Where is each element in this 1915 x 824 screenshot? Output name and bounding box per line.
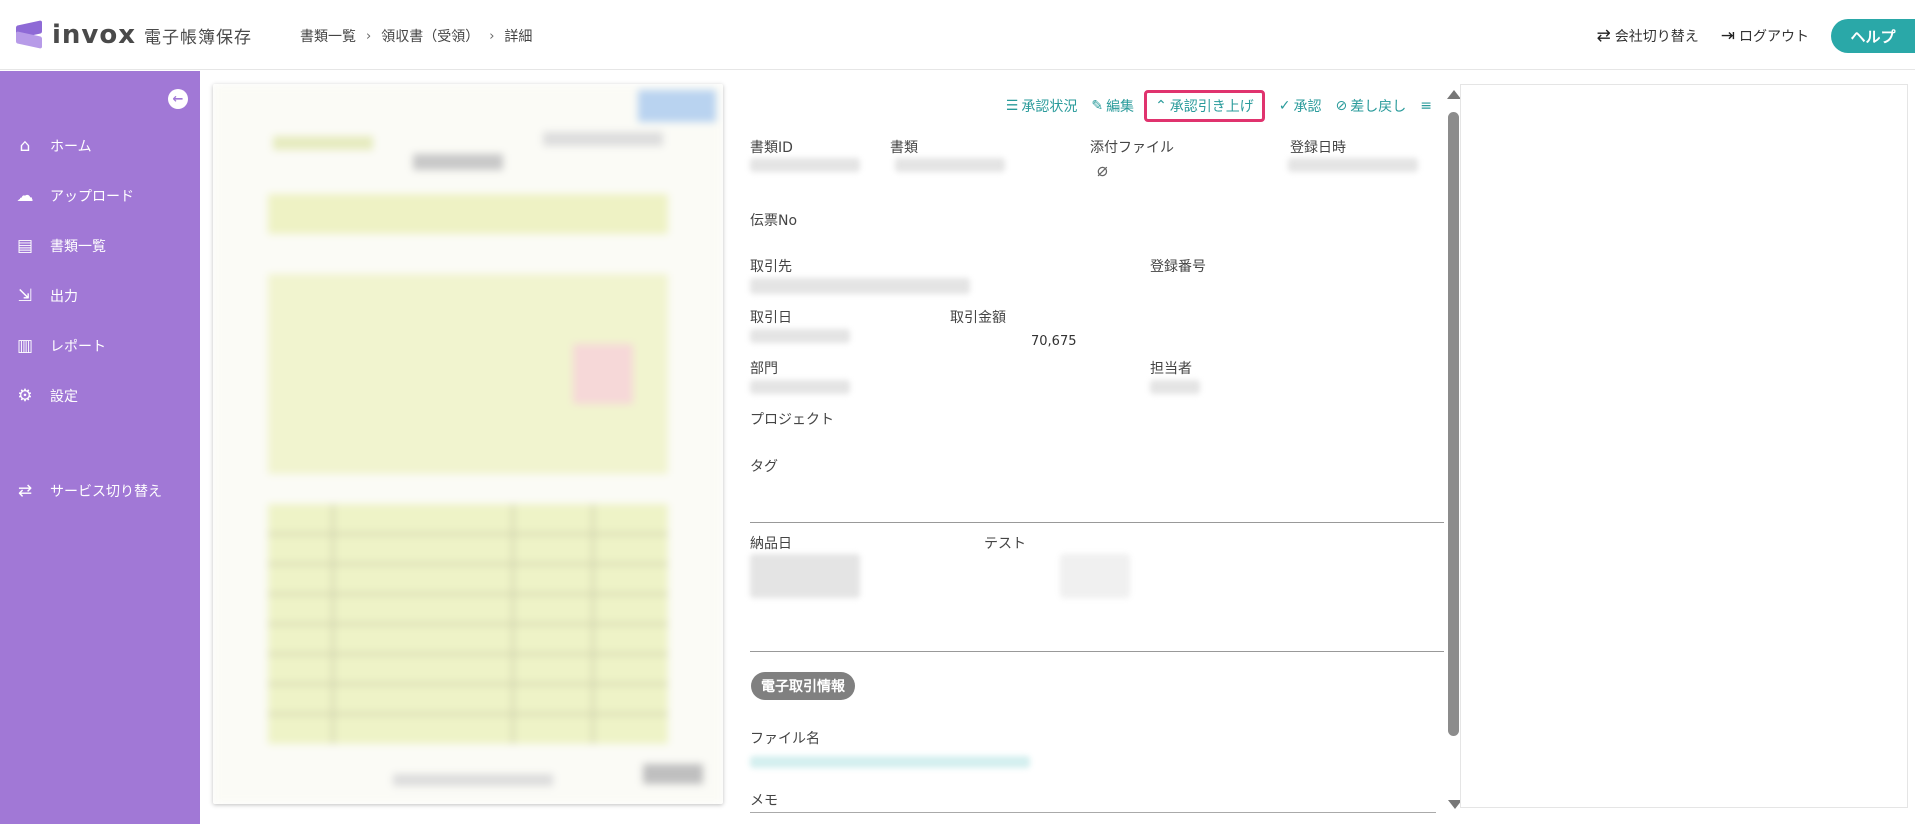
sidebar-item-settings[interactable]: ⚙ 設定 (14, 384, 78, 408)
document-preview[interactable] (213, 84, 723, 804)
sidebar-item-doc-list[interactable]: ▤ 書類一覧 (14, 234, 106, 258)
scrollbar[interactable] (1447, 90, 1462, 810)
breadcrumb: 書類一覧 › 領収書（受領） › 詳細 (300, 26, 532, 46)
breadcrumb-item-receipt[interactable]: 領収書（受領） (381, 26, 479, 46)
breadcrumb-item-doc-list[interactable]: 書類一覧 (300, 26, 356, 46)
department-label: 部門 (750, 361, 778, 377)
check-icon: ✓ (1278, 98, 1291, 114)
tag-label: タグ (750, 459, 778, 475)
e-trade-info-badge: 電子取引情報 (751, 672, 855, 700)
doc-id-value (750, 158, 860, 172)
raise-approval-label: 承認引き上げ (1169, 99, 1254, 115)
memo-label: メモ (750, 793, 778, 809)
trade-date-label: 取引日 (750, 310, 792, 326)
approval-status-label: 承認状況 (1021, 99, 1078, 115)
registration-number-label: 登録番号 (1150, 259, 1206, 275)
sidebar-item-label: 出力 (50, 289, 78, 305)
filename-value[interactable] (750, 756, 1030, 768)
gear-icon: ⚙ (17, 386, 33, 406)
sidebar: ← ⌂ ホーム ☁ アップロード ▤ 書類一覧 ⇲ 出力 ▥ レポート ⚙ 設定… (0, 71, 200, 824)
double-chevron-up-icon: ⌃ (1155, 98, 1167, 114)
amount-label: 取引金額 (950, 310, 1006, 326)
scroll-thumb[interactable] (1448, 112, 1459, 736)
sidebar-item-label: レポート (50, 339, 106, 355)
help-button[interactable]: ヘルプ (1831, 19, 1915, 53)
scroll-up-icon[interactable] (1447, 90, 1461, 99)
registered-at-value (1288, 158, 1418, 172)
logout-label: ログアウト (1739, 29, 1809, 45)
delivery-date-label: 納品日 (750, 536, 792, 552)
approve-button[interactable]: ✓ 承認 (1279, 96, 1322, 116)
sidebar-item-label: 設定 (50, 389, 78, 405)
sidebar-item-label: アップロード (50, 189, 134, 205)
divider (750, 651, 1444, 652)
document-icon: ▤ (16, 236, 34, 256)
right-pane (1460, 84, 1908, 808)
edit-label: 編集 (1106, 99, 1135, 115)
company-switch-button[interactable]: ⇄ 会社切り替え (1597, 26, 1699, 46)
partner-value (750, 278, 970, 294)
detail-panel: ☰ 承認状況 ✎ 編集 ⌃ 承認引き上げ ✓ 承認 ⊘ 差し戻し ≡ 書類ID … (740, 84, 1445, 824)
partner-label: 取引先 (750, 259, 792, 275)
export-icon: ⇲ (17, 286, 33, 306)
project-label: プロジェクト (750, 412, 834, 428)
doc-label: 書類 (890, 140, 918, 156)
approve-label: 承認 (1293, 99, 1322, 115)
sidebar-item-service-switch[interactable]: ⇄ サービス切り替え (14, 479, 162, 503)
filename-label: ファイル名 (750, 731, 820, 747)
company-switch-label: 会社切り替え (1614, 29, 1699, 45)
amount-value: 70,675 (1031, 334, 1077, 349)
test-value (1060, 554, 1130, 598)
sidebar-item-label: サービス切り替え (50, 484, 162, 500)
department-value (750, 380, 850, 394)
logout-button[interactable]: ⇥ ログアウト (1721, 26, 1809, 46)
chevron-right-icon: › (489, 28, 495, 44)
ban-icon: ⊘ (1335, 98, 1348, 114)
chart-icon: ▥ (16, 336, 34, 356)
raise-approval-button[interactable]: ⌃ 承認引き上げ (1144, 90, 1265, 122)
switch-icon: ⇄ (1596, 26, 1611, 46)
app-header: invox 電子帳簿保存 書類一覧 › 領収書（受領） › 詳細 ⇄ 会社切り替… (0, 0, 1915, 70)
cloud-upload-icon: ☁ (16, 186, 34, 206)
sidebar-item-report[interactable]: ▥ レポート (14, 334, 106, 358)
paperclip-icon[interactable]: ⌀ (1097, 160, 1108, 181)
logo-icon (14, 20, 44, 50)
chevron-right-icon: › (366, 28, 372, 44)
memo-input[interactable] (750, 812, 1436, 813)
app-logo[interactable]: invox 電子帳簿保存 (14, 18, 252, 52)
switch-icon: ⇄ (17, 481, 33, 501)
doc-id-label: 書類ID (750, 140, 793, 156)
divider (750, 522, 1444, 523)
collapse-sidebar-icon[interactable]: ← (168, 89, 188, 109)
list-icon: ☰ (1005, 98, 1019, 114)
logout-icon: ⇥ (1720, 26, 1735, 46)
registered-at-label: 登録日時 (1290, 140, 1346, 156)
sidebar-item-label: ホーム (50, 139, 92, 155)
sidebar-item-home[interactable]: ⌂ ホーム (14, 134, 92, 158)
slip-no-label: 伝票No (750, 213, 798, 229)
approval-status-button[interactable]: ☰ 承認状況 (1006, 96, 1078, 116)
person-label: 担当者 (1150, 361, 1192, 377)
attachment-label: 添付ファイル (1090, 140, 1174, 156)
sidebar-item-upload[interactable]: ☁ アップロード (14, 184, 135, 208)
action-toolbar: ☰ 承認状況 ✎ 編集 ⌃ 承認引き上げ ✓ 承認 ⊘ 差し戻し ≡ (992, 90, 1435, 122)
blurred-receipt-image (213, 84, 723, 804)
sidebar-item-export[interactable]: ⇲ 出力 (14, 284, 78, 308)
edit-icon: ✎ (1091, 98, 1104, 114)
doc-value (895, 158, 1005, 172)
logo-word: invox (52, 20, 137, 50)
sidebar-item-label: 書類一覧 (50, 239, 106, 255)
logo-subtitle: 電子帳簿保存 (144, 27, 253, 48)
reject-button[interactable]: ⊘ 差し戻し (1336, 96, 1407, 116)
person-value (1150, 380, 1200, 394)
edit-button[interactable]: ✎ 編集 (1091, 96, 1134, 116)
reject-label: 差し戻し (1350, 99, 1407, 115)
breadcrumb-item-detail: 詳細 (504, 29, 533, 45)
delivery-date-value (750, 554, 860, 598)
header-actions: ⇄ 会社切り替え ⇥ ログアウト ヘルプ (1597, 19, 1915, 53)
home-icon: ⌂ (19, 136, 31, 156)
menu-icon[interactable]: ≡ (1420, 98, 1435, 114)
trade-date-value (750, 329, 850, 343)
test-label: テスト (984, 536, 1026, 552)
